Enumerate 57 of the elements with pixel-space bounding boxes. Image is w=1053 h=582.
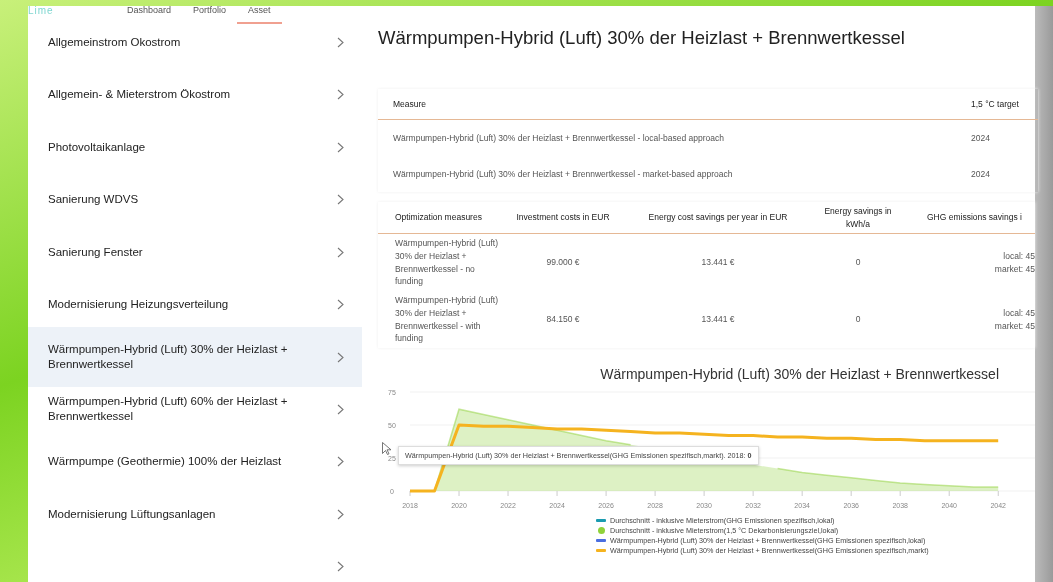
chevron-icon: [337, 403, 344, 415]
table-cell-text: local: 45 market: 45: [993, 306, 1035, 333]
sidebar-item[interactable]: Wärmpumpe (Geothermie) 100% der Heizlast: [28, 442, 362, 481]
chevron-icon: [337, 89, 344, 100]
column-header: Investment costs in EUR: [515, 211, 611, 224]
chevron-icon: [337, 456, 344, 467]
chevron-icon: [337, 194, 344, 205]
sidebar-item[interactable]: Sanierung WDVS: [28, 180, 362, 219]
table-cell-text: 99.000 €: [545, 256, 581, 269]
nav-tab[interactable]: Portfolio: [182, 2, 238, 22]
chevron-icon: [337, 299, 344, 310]
sidebar-item[interactable]: Allgemeinstrom Okostrom: [28, 23, 362, 61]
table-cell: Wärmpumpen-Hybrid (Luft) 30% der Heizlast + Brennwertkessel - market-based approach: [393, 169, 733, 179]
column-header: 1,5 °C target: [971, 99, 1020, 109]
table-cell-text: 2024: [971, 169, 991, 179]
table-cell-text: local: 45 market: 45: [993, 249, 1035, 276]
table-cell-text: 84.150 €: [545, 313, 581, 326]
tick-mark: [997, 490, 999, 497]
table-cell-text: Wärmpumpen-Hybrid (Luft) 30% der Heizlast + Brennwertkessel - no funding: [394, 237, 499, 288]
table-cell: Wärmpumpen-Hybrid (Luft) 30% der Heizlast + Brennwertkessel - local-based approach: [393, 133, 724, 143]
tick-mark: [409, 490, 411, 497]
tick-mark: [899, 490, 901, 497]
chart-title: Wärmpumpen-Hybrid (Luft) 30% der Heizlast + Brennwertkessel: [599, 366, 1000, 382]
tick-mark: [948, 490, 950, 497]
chevron-icon: [337, 141, 344, 153]
column-header: GHG emissions savings i: [926, 211, 1023, 224]
sidebar-item[interactable]: Allgemein- & Mieterstrom Ökostrom: [28, 75, 362, 114]
table-cell-text: 0: [854, 313, 862, 326]
tick-mark: [801, 490, 803, 497]
nav-tab[interactable]: Asset: [237, 2, 282, 24]
column-header: Measure: [393, 99, 427, 109]
table-cell-text: 0: [854, 256, 862, 269]
sidebar-item[interactable]: Modernisierung Lüftungsanlagen: [28, 495, 362, 533]
column-header: Energy savings in kWh/a: [823, 204, 893, 231]
sidebar-item[interactable]: Wärmpumpen-Hybrid (Luft) 60% der Heizlast + Brennwertkessel: [28, 390, 362, 428]
cursor-icon: [382, 442, 391, 455]
chevron-icon: [337, 351, 344, 363]
table-cell-text: 2024: [971, 133, 991, 143]
sidebar-item[interactable]: Modernisierung Heizungsverteilung: [28, 285, 362, 324]
sidebar-item[interactable]: Photovoltaikanlage: [28, 128, 362, 166]
table-cell-text: 13.441 €: [700, 313, 736, 326]
chevron-icon: [337, 246, 344, 258]
tick-mark: [752, 490, 754, 497]
nav-tab[interactable]: Dashboard: [116, 2, 183, 22]
column-header: Energy cost savings per year in EUR: [647, 211, 789, 224]
column-header: Optimization measures: [394, 211, 483, 224]
table-cell-text: 13.441 €: [700, 256, 736, 269]
logo: Lime: [28, 4, 55, 16]
page-title: Wärmpumpen-Hybrid (Luft) 30% der Heizlast + Brennwertkessel: [378, 27, 906, 49]
sidebar-item[interactable]: Wärmpumpen-Hybrid (Luft) 30% der Heizlast + Brennwertkessel: [28, 327, 362, 387]
sidebar-item[interactable]: Sanierung Fenster: [28, 233, 362, 271]
table-cell-text: Wärmpumpen-Hybrid (Luft) 30% der Heizlast + Brennwertkessel - with funding: [394, 294, 499, 345]
scrollbar[interactable]: [1035, 6, 1053, 582]
tick-mark: [850, 490, 852, 497]
chevron-icon: [337, 508, 344, 520]
chevron-icon: [337, 561, 344, 572]
chevron-icon: [337, 36, 344, 48]
